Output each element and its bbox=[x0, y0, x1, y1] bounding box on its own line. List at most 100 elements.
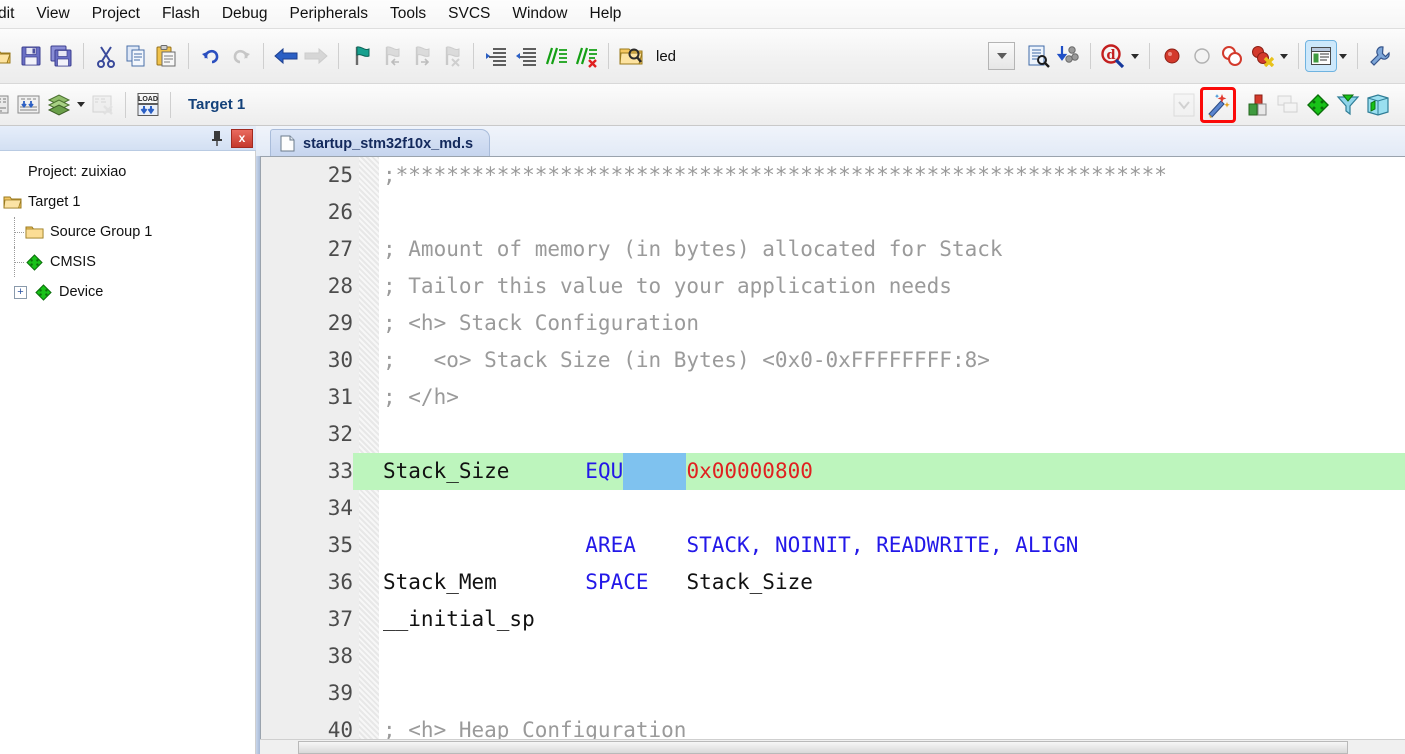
insert-bookmark-icon[interactable] bbox=[346, 41, 376, 71]
tree-item-target-1[interactable]: Target 1 bbox=[0, 187, 255, 217]
source-browse-icon[interactable] bbox=[1023, 41, 1053, 71]
code-line-text[interactable]: ;***************************************… bbox=[383, 157, 1167, 194]
start-debug-icon[interactable]: d bbox=[1098, 41, 1128, 71]
navigate-back-icon[interactable] bbox=[271, 41, 301, 71]
manage-run-time-icon[interactable] bbox=[1303, 90, 1333, 120]
project-root-icon bbox=[2, 163, 22, 181]
disable-breakpoint-icon[interactable] bbox=[1187, 41, 1217, 71]
uncomment-lines-icon[interactable] bbox=[571, 41, 601, 71]
next-bookmark-icon bbox=[406, 41, 436, 71]
code-line[interactable]: 38 bbox=[261, 638, 1405, 675]
code-line[interactable]: 35 AREA STACK, NOINIT, READWRITE, ALIGN bbox=[261, 527, 1405, 564]
close-icon[interactable]: x bbox=[231, 128, 253, 148]
menu-item-view[interactable]: View bbox=[25, 1, 80, 27]
code-line[interactable]: 36 Stack_Mem SPACE Stack_Size bbox=[261, 564, 1405, 601]
cut-icon[interactable] bbox=[91, 41, 121, 71]
line-number: 35 bbox=[327, 533, 353, 557]
code-line-text[interactable]: ; Amount of memory (in bytes) allocated … bbox=[383, 231, 1003, 268]
find-combo-dropdown[interactable] bbox=[988, 42, 1015, 70]
undo-icon[interactable] bbox=[196, 41, 226, 71]
debug-dropdown-caret[interactable] bbox=[1128, 41, 1142, 71]
line-number: 34 bbox=[327, 496, 353, 520]
code-line[interactable]: 28 ; Tailor this value to your applicatio… bbox=[261, 268, 1405, 305]
menu-item-debug[interactable]: Debug bbox=[211, 1, 279, 27]
configure-icon[interactable] bbox=[1053, 41, 1083, 71]
code-line-text[interactable]: ; <h> Stack Configuration bbox=[383, 305, 699, 342]
configure-toolbar-icon[interactable] bbox=[1365, 41, 1395, 71]
editor-horizontal-scrollbar[interactable] bbox=[260, 739, 1405, 754]
pin-icon[interactable] bbox=[207, 128, 227, 148]
pack-installer-icon[interactable] bbox=[1363, 90, 1393, 120]
code-line-text[interactable]: Stack_Size EQU 0x00000800 bbox=[383, 453, 813, 490]
tree-item-cmsis[interactable]: CMSIS bbox=[0, 247, 255, 277]
save-icon[interactable] bbox=[16, 41, 46, 71]
code-line-text[interactable]: ; <o> Stack Size (in Bytes) <0x0-0xFFFFF… bbox=[383, 342, 990, 379]
menu-item-edit[interactable]: dit bbox=[0, 1, 25, 27]
indent-right-icon[interactable] bbox=[481, 41, 511, 71]
menu-item-help[interactable]: Help bbox=[579, 1, 633, 27]
breakpoint-caret[interactable] bbox=[1277, 41, 1291, 71]
menu-item-window[interactable]: Window bbox=[501, 1, 578, 27]
tree-item-project-root[interactable]: Project: zuixiao bbox=[0, 157, 255, 187]
previous-bookmark-icon bbox=[376, 41, 406, 71]
code-line[interactable]: 29 ; <h> Stack Configuration bbox=[261, 305, 1405, 342]
code-text[interactable]: 25 ;*************************************… bbox=[261, 157, 1405, 753]
manage-windows-caret[interactable] bbox=[1336, 41, 1350, 71]
menu-bar: dit View Project Flash Debug Peripherals… bbox=[0, 0, 1405, 29]
download-icon[interactable]: LOAD bbox=[133, 90, 163, 120]
rebuild-caret[interactable] bbox=[74, 90, 88, 120]
code-line[interactable]: 31 ; </h> bbox=[261, 379, 1405, 416]
code-token: STACK, NOINIT, READWRITE, ALIGN bbox=[686, 533, 1079, 557]
code-line[interactable]: 33 Stack_Size EQU 0x00000800 bbox=[261, 453, 1405, 490]
find-combo-value[interactable]: led bbox=[656, 48, 676, 65]
toolbar-separator bbox=[170, 91, 171, 118]
target-combo-dropdown[interactable] bbox=[1169, 90, 1199, 120]
target-combo-value[interactable]: Target 1 bbox=[188, 96, 245, 113]
menu-item-tools[interactable]: Tools bbox=[379, 1, 437, 27]
svg-text:LOAD: LOAD bbox=[138, 96, 158, 103]
menu-item-peripherals[interactable]: Peripherals bbox=[279, 1, 379, 27]
paste-icon[interactable] bbox=[151, 41, 181, 71]
line-number: 33 bbox=[261, 453, 353, 490]
rebuild-all-icon[interactable] bbox=[44, 90, 74, 120]
translate-file-icon[interactable] bbox=[0, 90, 14, 120]
find-in-files-icon[interactable] bbox=[616, 41, 646, 71]
editor-tab-startup-file[interactable]: startup_stm32f10x_md.s bbox=[270, 129, 491, 157]
manage-project-items-icon[interactable] bbox=[1243, 90, 1273, 120]
code-line[interactable]: 37 __initial_sp bbox=[261, 601, 1405, 638]
code-line-text[interactable]: __initial_sp bbox=[383, 601, 535, 638]
save-all-icon[interactable] bbox=[46, 41, 76, 71]
tree-item-source-group-1[interactable]: Source Group 1 bbox=[0, 217, 255, 247]
comment-lines-icon[interactable] bbox=[541, 41, 571, 71]
open-file-icon[interactable] bbox=[0, 41, 16, 71]
code-line-text[interactable]: AREA STACK, NOINIT, READWRITE, ALIGN bbox=[383, 527, 1078, 564]
code-line[interactable]: 27 ; Amount of memory (in bytes) allocate… bbox=[261, 231, 1405, 268]
code-line[interactable]: 25 ;*************************************… bbox=[261, 157, 1405, 194]
options-for-target-icon[interactable] bbox=[1200, 86, 1236, 123]
multi-project-icon bbox=[1273, 90, 1303, 120]
code-token: AREA bbox=[585, 533, 636, 557]
copy-icon[interactable] bbox=[121, 41, 151, 71]
tree-item-device[interactable]: + Device bbox=[0, 277, 255, 307]
code-line[interactable]: 26 bbox=[261, 194, 1405, 231]
menu-item-project[interactable]: Project bbox=[81, 1, 151, 27]
menu-item-svcs[interactable]: SVCS bbox=[437, 1, 501, 27]
build-target-icon[interactable] bbox=[14, 90, 44, 120]
indent-left-icon[interactable] bbox=[511, 41, 541, 71]
scrollbar-thumb[interactable] bbox=[298, 741, 1348, 754]
code-line[interactable]: 39 bbox=[261, 675, 1405, 712]
code-editor[interactable]: 25 ;*************************************… bbox=[260, 156, 1405, 754]
disable-all-breakpoints-icon[interactable] bbox=[1217, 41, 1247, 71]
insert-breakpoint-icon[interactable] bbox=[1157, 41, 1187, 71]
select-software-packs-icon[interactable] bbox=[1333, 90, 1363, 120]
menu-item-flash[interactable]: Flash bbox=[151, 1, 211, 27]
code-line[interactable]: 34 bbox=[261, 490, 1405, 527]
code-line[interactable]: 30 ; <o> Stack Size (in Bytes) <0x0-0xFFF… bbox=[261, 342, 1405, 379]
code-line-text[interactable]: ; </h> bbox=[383, 379, 459, 416]
code-line[interactable]: 32 bbox=[261, 416, 1405, 453]
manage-windows-icon[interactable] bbox=[1305, 40, 1337, 72]
code-line-text[interactable]: ; Tailor this value to your application … bbox=[383, 268, 952, 305]
code-line-text[interactable]: Stack_Mem SPACE Stack_Size bbox=[383, 564, 813, 601]
kill-all-breakpoints-icon[interactable] bbox=[1247, 41, 1277, 71]
expander-plus-icon[interactable]: + bbox=[14, 285, 27, 299]
